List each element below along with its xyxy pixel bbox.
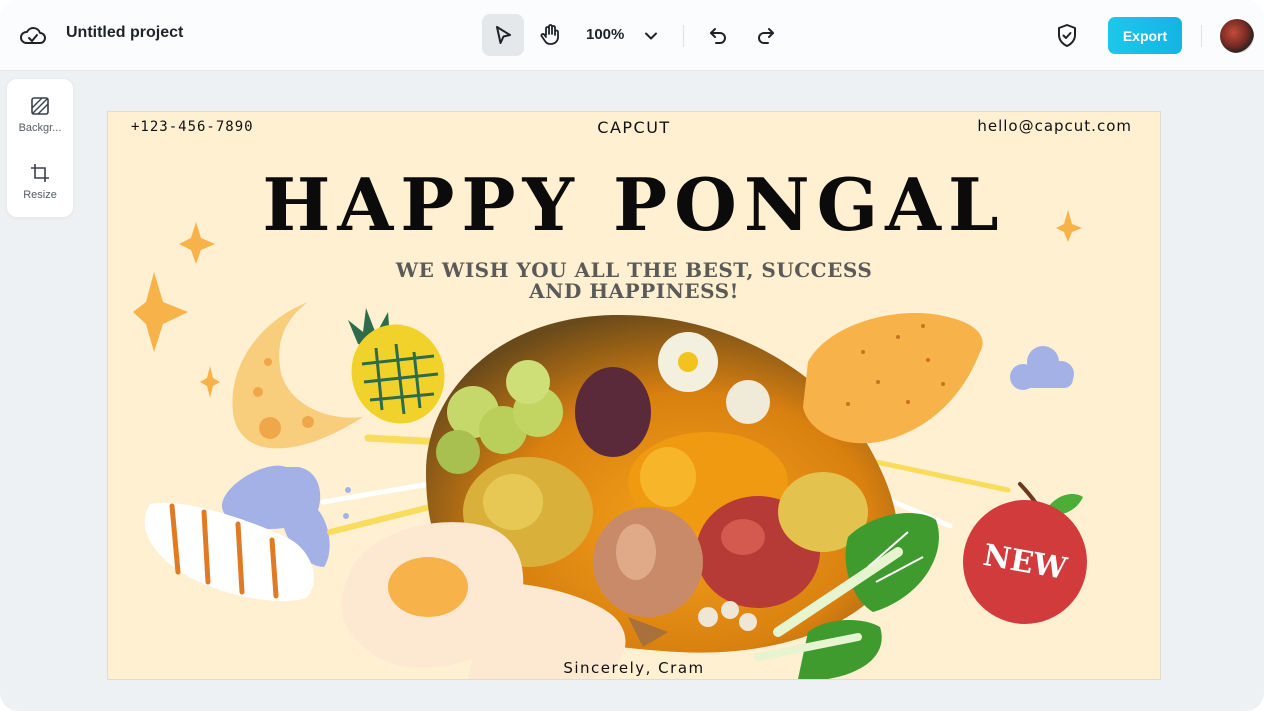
headline[interactable]: HAPPY PONGAL	[108, 162, 1160, 247]
resize-icon	[31, 164, 49, 182]
select-tool-button[interactable]	[482, 14, 524, 56]
sidebar-item-label: Backgr...	[18, 122, 62, 134]
redo-icon[interactable]	[754, 24, 778, 48]
editor-window: Untitled project 100% Export Backgr... R…	[0, 0, 1264, 711]
background-icon	[31, 97, 49, 115]
top-toolbar: Untitled project 100% Export	[0, 0, 1264, 71]
export-button[interactable]: Export	[1108, 17, 1182, 54]
signature[interactable]: Sincerely, Cram	[108, 659, 1160, 677]
design-canvas[interactable]: NEW +123-456-7890 CAPCUT hello@capcut.co…	[108, 112, 1160, 679]
subheadline-line-2: AND HAPPINESS!	[529, 279, 739, 303]
shield-icon[interactable]	[1055, 23, 1079, 49]
contact-email[interactable]: hello@capcut.com	[977, 117, 1132, 135]
hand-tool-button[interactable]	[529, 14, 571, 56]
zoom-dropdown-chevron-icon[interactable]	[641, 26, 661, 46]
toolbar-divider	[683, 25, 684, 47]
toolbar-divider-right	[1201, 25, 1202, 47]
hand-icon	[540, 24, 559, 45]
cloud-save-icon[interactable]	[18, 22, 48, 50]
lemon-sticker	[803, 313, 983, 444]
zoom-level[interactable]: 100%	[586, 26, 624, 43]
sidebar-item-label: Resize	[23, 189, 57, 201]
side-panel: Backgr... Resize	[7, 79, 73, 217]
undo-icon[interactable]	[706, 24, 730, 48]
subheadline-line-1: WE WISH YOU ALL THE BEST, SUCCESS	[395, 258, 873, 282]
sidebar-item-resize[interactable]: Resize	[7, 162, 73, 201]
apple-sticker: NEW	[963, 482, 1087, 624]
project-title[interactable]: Untitled project	[66, 24, 183, 42]
avatar[interactable]	[1220, 19, 1254, 53]
cloud-sticker	[1010, 346, 1074, 390]
subheadline[interactable]: WE WISH YOU ALL THE BEST, SUCCESS AND HA…	[108, 260, 1160, 302]
sidebar-item-background[interactable]: Backgr...	[7, 95, 73, 134]
pointer-icon	[496, 26, 511, 44]
